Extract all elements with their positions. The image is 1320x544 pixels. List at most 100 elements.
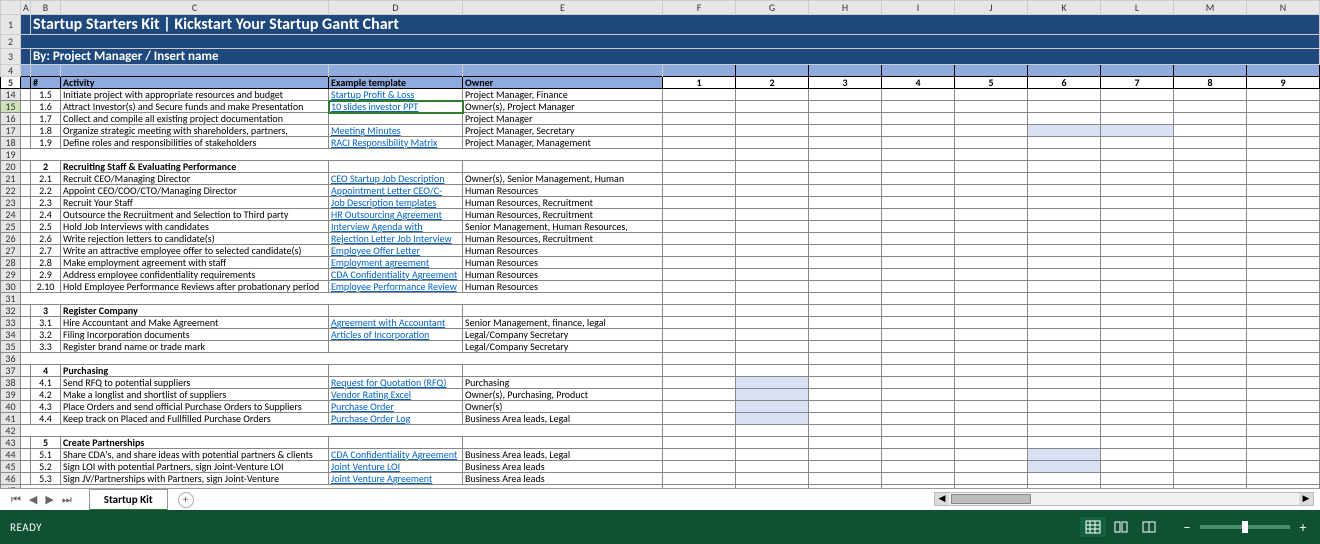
cell[interactable] — [21, 245, 31, 257]
gantt-cell[interactable] — [955, 329, 1028, 341]
cell-owner[interactable]: Owner(s), Project Manager — [463, 101, 663, 113]
gantt-cell[interactable] — [1174, 257, 1247, 269]
row-header[interactable]: 30 — [1, 281, 21, 293]
gantt-cell[interactable] — [882, 377, 955, 389]
cell-template[interactable]: Rejection Letter Job Interview — [329, 233, 463, 245]
col-header-I[interactable]: I — [882, 1, 955, 15]
gantt-cell[interactable] — [809, 449, 882, 461]
gantt-cell[interactable] — [955, 269, 1028, 281]
gantt-cell[interactable] — [1247, 173, 1320, 185]
gantt-cell[interactable] — [663, 281, 736, 293]
cell-activity[interactable]: Keep track on Placed and Fullfilled Purc… — [61, 413, 329, 425]
gantt-cell[interactable] — [1101, 233, 1174, 245]
gantt-cell[interactable] — [1101, 185, 1174, 197]
gantt-cell[interactable] — [955, 161, 1028, 173]
gantt-cell[interactable] — [809, 245, 882, 257]
gantt-cell[interactable] — [1247, 461, 1320, 473]
gantt-day-8[interactable]: 8 — [1174, 77, 1247, 89]
row-header[interactable]: 34 — [1, 329, 21, 341]
gantt-cell[interactable] — [736, 209, 809, 221]
gantt-cell[interactable] — [663, 245, 736, 257]
tab-next-icon[interactable]: ▶ — [42, 493, 56, 507]
gantt-day-4[interactable]: 4 — [882, 77, 955, 89]
cell-number[interactable]: 3 — [31, 305, 61, 317]
gantt-cell[interactable] — [1028, 173, 1101, 185]
cell-number[interactable]: 1.5 — [31, 89, 61, 101]
gantt-cell[interactable] — [882, 209, 955, 221]
gantt-cell[interactable] — [1247, 305, 1320, 317]
gantt-cell[interactable] — [663, 89, 736, 101]
row-header[interactable]: 39 — [1, 389, 21, 401]
gantt-cell[interactable] — [955, 197, 1028, 209]
gantt-cell[interactable] — [1174, 305, 1247, 317]
cell[interactable] — [329, 353, 463, 365]
gantt-cell[interactable] — [1174, 317, 1247, 329]
sheet-tab-startup-kit[interactable]: Startup Kit — [89, 489, 168, 511]
row-header[interactable]: 44 — [1, 449, 21, 461]
row-header[interactable]: 43 — [1, 437, 21, 449]
cell-activity[interactable]: Share CDA's, and share ideas with potent… — [61, 449, 329, 461]
cell[interactable] — [21, 413, 31, 425]
gantt-cell[interactable] — [1101, 461, 1174, 473]
gantt-cell[interactable] — [882, 305, 955, 317]
select-all[interactable] — [1, 1, 21, 15]
cell-number[interactable]: 1.6 — [31, 101, 61, 113]
gantt-cell[interactable] — [1028, 125, 1101, 137]
gantt-cell[interactable] — [955, 305, 1028, 317]
col-header-L[interactable]: L — [1101, 1, 1174, 15]
row-header[interactable]: 23 — [1, 197, 21, 209]
cell[interactable] — [21, 281, 31, 293]
col-header-A[interactable]: A — [21, 1, 31, 15]
gantt-cell[interactable] — [882, 89, 955, 101]
gantt-cell[interactable] — [882, 257, 955, 269]
cell-number[interactable]: 2.5 — [31, 221, 61, 233]
cell[interactable] — [882, 425, 955, 437]
cell-template[interactable]: HR Outsourcing Agreement — [329, 209, 463, 221]
gantt-cell[interactable] — [663, 377, 736, 389]
gantt-cell[interactable] — [1101, 257, 1174, 269]
horizontal-scrollbar[interactable]: ◀ ▶ — [934, 492, 1314, 506]
cell[interactable] — [21, 101, 31, 113]
gantt-cell[interactable] — [955, 473, 1028, 485]
gantt-cell[interactable] — [882, 473, 955, 485]
cell-activity[interactable]: Collect and compile all existing project… — [61, 113, 329, 125]
row-header[interactable]: 22 — [1, 185, 21, 197]
gantt-cell[interactable] — [1247, 269, 1320, 281]
cell[interactable] — [1247, 149, 1320, 161]
cell[interactable] — [21, 149, 31, 161]
gantt-cell[interactable] — [1101, 137, 1174, 149]
cell-activity[interactable]: Make a longlist and shortlist of supplie… — [61, 389, 329, 401]
gantt-cell[interactable] — [1028, 305, 1101, 317]
gantt-cell[interactable] — [955, 377, 1028, 389]
gantt-cell[interactable] — [663, 389, 736, 401]
cell-number[interactable]: 2.6 — [31, 233, 61, 245]
gantt-cell[interactable] — [809, 233, 882, 245]
cell[interactable] — [663, 425, 736, 437]
gantt-cell[interactable] — [1247, 329, 1320, 341]
col-header-K[interactable]: K — [1028, 1, 1101, 15]
gantt-cell[interactable] — [1247, 221, 1320, 233]
row-header[interactable]: 20 — [1, 161, 21, 173]
cell-owner[interactable]: Business Area leads — [463, 461, 663, 473]
gantt-cell[interactable] — [1101, 401, 1174, 413]
gantt-cell[interactable] — [1174, 101, 1247, 113]
cell[interactable] — [31, 353, 61, 365]
scroll-right-button[interactable]: ▶ — [1299, 493, 1313, 505]
cell-template[interactable]: Joint Venture Agreement — [329, 473, 463, 485]
col-header-C[interactable]: C — [61, 1, 329, 15]
cell[interactable] — [1101, 425, 1174, 437]
gantt-cell[interactable] — [1101, 101, 1174, 113]
cell-template[interactable]: Articles of Incorporation — [329, 329, 463, 341]
cell-activity[interactable]: Define roles and responsibilities of sta… — [61, 137, 329, 149]
cell[interactable] — [1028, 149, 1101, 161]
cell-number[interactable]: 4.2 — [31, 389, 61, 401]
gantt-cell[interactable] — [1174, 125, 1247, 137]
cell-template[interactable]: Vendor Rating Excel — [329, 389, 463, 401]
gantt-cell[interactable] — [1247, 317, 1320, 329]
gantt-cell[interactable] — [1101, 329, 1174, 341]
row-header[interactable]: 45 — [1, 461, 21, 473]
gantt-cell[interactable] — [882, 449, 955, 461]
gantt-cell[interactable] — [1028, 185, 1101, 197]
gantt-cell[interactable] — [1247, 233, 1320, 245]
gantt-cell[interactable] — [736, 137, 809, 149]
